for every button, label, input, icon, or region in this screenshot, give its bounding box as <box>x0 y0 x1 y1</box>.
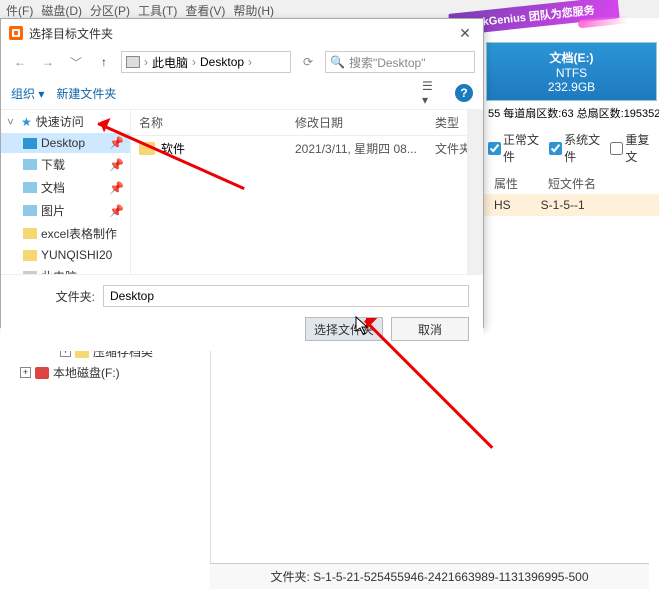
col-attr: 属性 <box>494 175 518 192</box>
back-button[interactable]: ← <box>9 51 31 73</box>
view-options-button[interactable]: ☰ ▾ <box>421 83 443 103</box>
col-name[interactable]: 名称 <box>139 114 295 131</box>
partition-size: 232.9GB <box>491 80 652 94</box>
quick-access-group[interactable]: ˅ ★ 快速访问 <box>1 110 130 133</box>
filter-row: 正常文件 系统文件 重复文 <box>484 123 659 173</box>
close-button[interactable]: ✕ <box>455 23 475 43</box>
pin-icon: 📌 <box>109 204 124 218</box>
menu-tools[interactable]: 工具(T) <box>136 2 179 16</box>
partition-label: 文档(E:) <box>491 49 652 66</box>
pin-icon: 📌 <box>109 158 124 172</box>
sidebar-item[interactable]: Desktop 📌 <box>1 133 130 153</box>
sidebar-item-label: YUNQISHI20 <box>41 248 112 262</box>
menu-file[interactable]: 件(F) <box>4 2 35 16</box>
scrollbar[interactable] <box>467 110 483 274</box>
crumb-folder[interactable]: Desktop <box>200 55 244 69</box>
dialog-footer: 文件夹: 选择文件夹 取消 <box>1 274 483 351</box>
folder-icon <box>23 182 37 193</box>
recent-dropdown-icon[interactable]: ﹀ <box>65 51 87 73</box>
sidebar-item[interactable]: 图片 📌 <box>1 199 130 222</box>
folder-icon <box>139 142 155 155</box>
disk-geometry: 55 每道扇区数:63 总扇区数:19535251 <box>484 103 659 123</box>
sidebar-item[interactable]: 此电脑 <box>1 265 130 274</box>
tree-node-localdisk[interactable]: + 本地磁盘(F:) <box>10 362 153 383</box>
menu-view[interactable]: 查看(V) <box>183 2 227 16</box>
file-table-row[interactable]: HS S-1-5--1 <box>484 194 659 216</box>
nav-bar: ← → ﹀ ↑ › 此电脑 › Desktop › ⟳ 🔍 搜索"Desktop… <box>1 47 483 77</box>
sidebar-item-label: 此电脑 <box>41 268 77 274</box>
crumb-pc[interactable]: 此电脑 <box>152 54 188 71</box>
chevron-down-icon[interactable]: ˅ <box>7 115 17 129</box>
chk-system[interactable]: 系统文件 <box>549 131 604 165</box>
menu-help[interactable]: 帮助(H) <box>231 2 276 16</box>
pin-icon: 📌 <box>109 181 124 195</box>
folder-browse-dialog: 选择目标文件夹 ✕ ← → ﹀ ↑ › 此电脑 › Desktop › ⟳ 🔍 … <box>0 18 484 328</box>
col-shortname: 短文件名 <box>548 175 596 192</box>
sidebar-item-label: Desktop <box>41 136 85 150</box>
search-icon: 🔍 <box>330 55 345 69</box>
folder-icon <box>23 159 37 170</box>
chevron-right-icon: › <box>248 55 252 69</box>
chk-normal[interactable]: 正常文件 <box>488 131 543 165</box>
dialog-toolbar: 组织 ▾ 新建文件夹 ☰ ▾ ? <box>1 77 483 110</box>
folder-name-input[interactable] <box>103 285 469 307</box>
organize-menu[interactable]: 组织 ▾ <box>11 85 44 102</box>
chk-repeat[interactable]: 重复文 <box>610 131 655 165</box>
search-placeholder: 搜索"Desktop" <box>349 54 426 71</box>
column-headers[interactable]: 名称 修改日期 类型 <box>131 110 483 136</box>
folder-icon <box>23 205 37 216</box>
sidebar: ˅ ★ 快速访问 Desktop 📌 下载 📌 文档 📌 图片 📌 excel表格制作 YUNQI… <box>1 110 131 274</box>
sidebar-item-label: 下载 <box>41 156 65 173</box>
sidebar-item[interactable]: 下载 📌 <box>1 153 130 176</box>
sidebar-item-label: 图片 <box>41 202 65 219</box>
cancel-button[interactable]: 取消 <box>391 317 469 341</box>
file-list: 名称 修改日期 类型 软件2021/3/11, 星期四 08...文件夹 <box>131 110 483 274</box>
menu-partition[interactable]: 分区(P) <box>88 2 132 16</box>
menu-disk[interactable]: 磁盘(D) <box>39 2 84 16</box>
pc-icon <box>126 56 140 68</box>
dialog-titlebar: 选择目标文件夹 ✕ <box>1 19 483 47</box>
disk-panel: 文档(E:) NTFS 232.9GB 55 每道扇区数:63 总扇区数:195… <box>484 40 659 216</box>
cell-shortname: S-1-5--1 <box>541 198 585 212</box>
folder-icon <box>23 228 37 239</box>
status-bar: 文件夹: S-1-5-21-525455946-2421663989-11313… <box>210 563 649 589</box>
partition-fs: NTFS <box>491 66 652 80</box>
refresh-button[interactable]: ⟳ <box>297 51 319 73</box>
sidebar-item[interactable]: 文档 📌 <box>1 176 130 199</box>
col-date[interactable]: 修改日期 <box>295 114 435 131</box>
partition-box[interactable]: 文档(E:) NTFS 232.9GB <box>486 42 657 101</box>
sidebar-item[interactable]: YUNQISHI20 <box>1 245 130 265</box>
forward-button: → <box>37 51 59 73</box>
star-icon: ★ <box>21 115 32 129</box>
folder-label: 文件夹: <box>15 288 95 305</box>
file-name: 软件 <box>161 140 185 157</box>
cell-attr: HS <box>494 198 511 212</box>
chevron-right-icon: › <box>144 55 148 69</box>
search-box[interactable]: 🔍 搜索"Desktop" <box>325 51 475 73</box>
folder-icon <box>23 138 37 149</box>
select-folder-button[interactable]: 选择文件夹 <box>305 317 383 341</box>
tree-label: 本地磁盘(F:) <box>53 364 120 381</box>
quick-access-label: 快速访问 <box>36 113 84 130</box>
disk-icon <box>35 367 49 379</box>
sidebar-item-label: excel表格制作 <box>41 225 117 242</box>
up-button[interactable]: ↑ <box>93 51 115 73</box>
expand-icon[interactable]: + <box>20 367 31 378</box>
new-folder-button[interactable]: 新建文件夹 <box>56 85 116 102</box>
pin-icon: 📌 <box>109 136 124 150</box>
help-icon[interactable]: ? <box>455 84 473 102</box>
sidebar-item[interactable]: excel表格制作 <box>1 222 130 245</box>
sidebar-item-label: 文档 <box>41 179 65 196</box>
folder-icon <box>23 250 37 261</box>
folder-icon <box>23 271 37 274</box>
file-table-header: 属性 短文件名 <box>484 173 659 194</box>
chevron-right-icon: › <box>192 55 196 69</box>
file-date: 2021/3/11, 星期四 08... <box>295 140 435 157</box>
file-row[interactable]: 软件2021/3/11, 星期四 08...文件夹 <box>131 136 483 161</box>
dialog-title: 选择目标文件夹 <box>29 25 455 42</box>
breadcrumb[interactable]: › 此电脑 › Desktop › <box>121 51 291 73</box>
app-icon <box>9 26 23 40</box>
